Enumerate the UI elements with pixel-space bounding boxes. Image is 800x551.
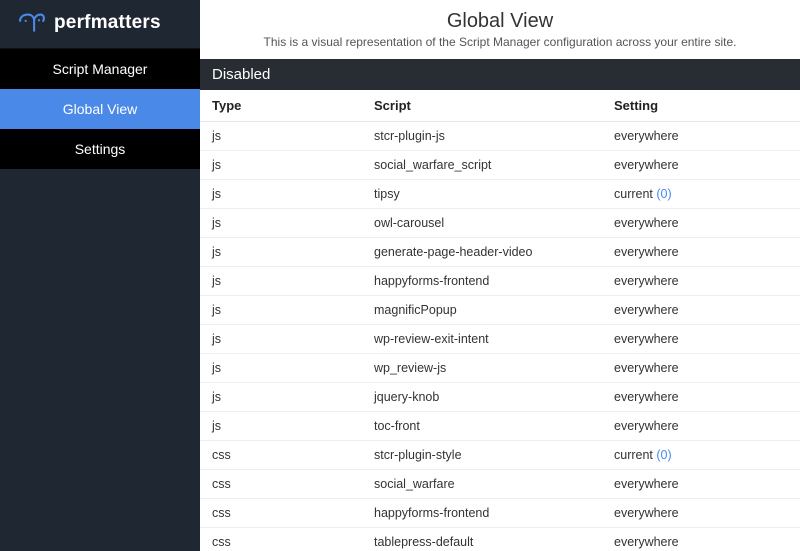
- setting-value: everywhere: [614, 216, 679, 230]
- sidebar-nav: Script Manager Global View Settings: [0, 48, 200, 169]
- cell-type: js: [200, 383, 362, 412]
- setting-value: everywhere: [614, 158, 679, 172]
- cell-setting: everywhere: [602, 528, 800, 551]
- table-row: jswp-review-exit-intent everywhere: [200, 325, 800, 354]
- cell-type: js: [200, 180, 362, 209]
- table-row: jshappyforms-frontend everywhere: [200, 267, 800, 296]
- cell-type: js: [200, 354, 362, 383]
- table-row: jsstcr-plugin-js everywhere: [200, 122, 800, 151]
- setting-value: current: [614, 187, 653, 201]
- cell-type: js: [200, 151, 362, 180]
- setting-value: everywhere: [614, 477, 679, 491]
- table-row: jsjquery-knob everywhere: [200, 383, 800, 412]
- cell-setting: everywhere: [602, 412, 800, 441]
- setting-value: everywhere: [614, 361, 679, 375]
- cell-script: wp_review-js: [362, 354, 602, 383]
- cell-setting: everywhere: [602, 238, 800, 267]
- cell-script: tipsy: [362, 180, 602, 209]
- scripts-table: Type Script Setting jsstcr-plugin-jsever…: [200, 90, 800, 551]
- setting-value: everywhere: [614, 274, 679, 288]
- cell-script: toc-front: [362, 412, 602, 441]
- cell-type: css: [200, 441, 362, 470]
- cell-type: js: [200, 296, 362, 325]
- table-row: cssstcr-plugin-stylecurrent (0): [200, 441, 800, 470]
- cell-setting: everywhere: [602, 499, 800, 528]
- cell-script: wp-review-exit-intent: [362, 325, 602, 354]
- table-row: jstoc-front everywhere: [200, 412, 800, 441]
- col-header-setting: Setting: [602, 90, 800, 122]
- table-row: jsowl-carousel everywhere: [200, 209, 800, 238]
- cell-type: js: [200, 412, 362, 441]
- cell-setting: current (0): [602, 180, 800, 209]
- cell-script: stcr-plugin-js: [362, 122, 602, 151]
- cell-script: social_warfare: [362, 470, 602, 499]
- cell-setting: everywhere: [602, 122, 800, 151]
- nav-item-settings[interactable]: Settings: [0, 129, 200, 169]
- cell-script: magnificPopup: [362, 296, 602, 325]
- table-row: csshappyforms-frontend everywhere: [200, 499, 800, 528]
- cell-setting: everywhere: [602, 151, 800, 180]
- page-subtitle: This is a visual representation of the S…: [216, 35, 784, 49]
- sidebar: perfmatters Script Manager Global View S…: [0, 0, 200, 551]
- cell-setting: current (0): [602, 441, 800, 470]
- cell-setting: everywhere: [602, 296, 800, 325]
- setting-extra-link[interactable]: (0): [656, 448, 671, 462]
- cell-script: jquery-knob: [362, 383, 602, 412]
- cell-setting: everywhere: [602, 209, 800, 238]
- cell-script: tablepress-default: [362, 528, 602, 551]
- setting-extra-link[interactable]: (0): [656, 187, 671, 201]
- setting-value: everywhere: [614, 303, 679, 317]
- cell-type: js: [200, 325, 362, 354]
- nav-item-global-view[interactable]: Global View: [0, 89, 200, 129]
- setting-value: everywhere: [614, 245, 679, 259]
- setting-value: everywhere: [614, 535, 679, 549]
- cell-setting: everywhere: [602, 325, 800, 354]
- cell-type: css: [200, 470, 362, 499]
- table-row: jssocial_warfare_script everywhere: [200, 151, 800, 180]
- setting-value: everywhere: [614, 419, 679, 433]
- cell-setting: everywhere: [602, 354, 800, 383]
- table-header-row: Type Script Setting: [200, 90, 800, 122]
- main-content: Global View This is a visual representat…: [200, 0, 800, 551]
- table-row: jsmagnificPopup everywhere: [200, 296, 800, 325]
- setting-value: everywhere: [614, 129, 679, 143]
- setting-value: everywhere: [614, 332, 679, 346]
- page-title: Global View: [216, 10, 784, 33]
- cell-script: happyforms-frontend: [362, 267, 602, 296]
- cell-type: css: [200, 528, 362, 551]
- cell-setting: everywhere: [602, 267, 800, 296]
- col-header-type: Type: [200, 90, 362, 122]
- table-row: jswp_review-js everywhere: [200, 354, 800, 383]
- cell-setting: everywhere: [602, 383, 800, 412]
- cell-type: css: [200, 499, 362, 528]
- setting-value: current: [614, 448, 653, 462]
- cell-type: js: [200, 238, 362, 267]
- cell-script: social_warfare_script: [362, 151, 602, 180]
- table-row: csstablepress-default everywhere: [200, 528, 800, 551]
- cell-setting: everywhere: [602, 470, 800, 499]
- col-header-script: Script: [362, 90, 602, 122]
- table-row: csssocial_warfare everywhere: [200, 470, 800, 499]
- cell-type: js: [200, 209, 362, 238]
- brand: perfmatters: [0, 0, 200, 48]
- section-header-disabled: Disabled: [200, 59, 800, 90]
- table-row: jstipsycurrent (0): [200, 180, 800, 209]
- cell-type: js: [200, 122, 362, 151]
- cell-type: js: [200, 267, 362, 296]
- page-header: Global View This is a visual representat…: [200, 0, 800, 59]
- cell-script: generate-page-header-video: [362, 238, 602, 267]
- table-row: jsgenerate-page-header-video everywhere: [200, 238, 800, 267]
- perfmatters-logo-icon: [18, 12, 46, 34]
- cell-script: stcr-plugin-style: [362, 441, 602, 470]
- nav-item-script-manager[interactable]: Script Manager: [0, 48, 200, 89]
- setting-value: everywhere: [614, 506, 679, 520]
- setting-value: everywhere: [614, 390, 679, 404]
- cell-script: owl-carousel: [362, 209, 602, 238]
- cell-script: happyforms-frontend: [362, 499, 602, 528]
- brand-name: perfmatters: [54, 12, 161, 34]
